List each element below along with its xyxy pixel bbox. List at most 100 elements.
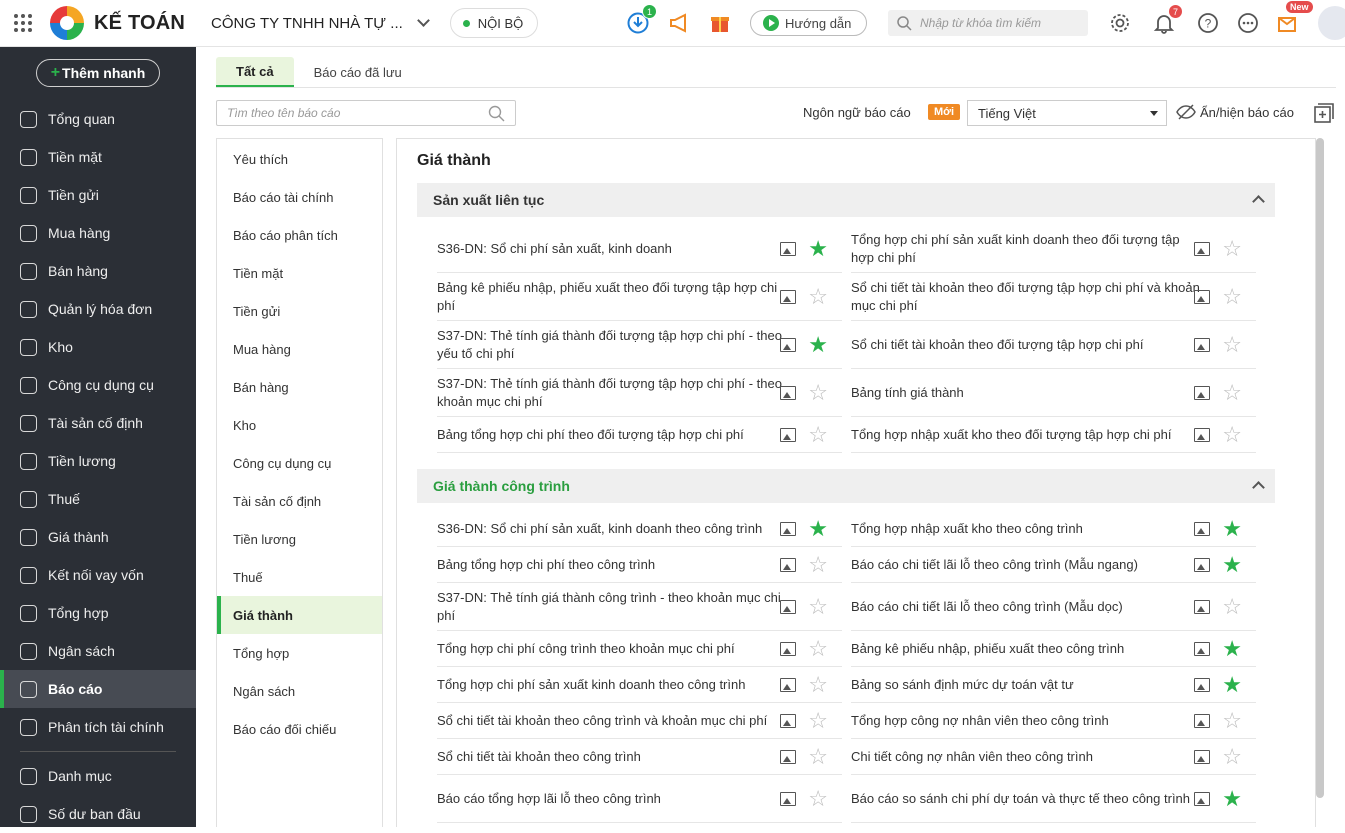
report-item[interactable]: Báo cáo chi tiết lãi lỗ theo công trình … [851, 583, 1256, 631]
category-item-gia-thanh[interactable]: Giá thành [217, 596, 382, 634]
report-item[interactable]: Tổng hợp chi phí sản xuất kinh doanh the… [851, 225, 1256, 273]
chevron-up-icon[interactable] [1252, 481, 1265, 494]
sidebar-item-danh-muc[interactable]: Danh mục [0, 757, 196, 795]
report-item[interactable]: Tổng hợp công nợ nhân viên theo công trì… [851, 703, 1256, 739]
report-item[interactable]: Bảng so sánh định mức dự toán vật tư ★ [851, 667, 1256, 703]
report-item[interactable]: Sổ chi tiết tài khoản theo đối tượng tập… [851, 321, 1256, 369]
report-item[interactable]: Sổ chi tiết tài khoản theo công trình ☆ [437, 739, 842, 775]
favorite-star-icon[interactable]: ★ [1222, 673, 1242, 696]
report-item[interactable]: S37-DN: Thẻ tính giá thành đối tượng tập… [437, 321, 842, 369]
favorite-star-icon[interactable]: ☆ [1222, 423, 1242, 446]
quick-add-button[interactable]: + Thêm nhanh [36, 59, 160, 87]
sidebar-item-cong-cu-dung-cu[interactable]: Công cụ dụng cụ [0, 366, 196, 404]
preview-image-icon[interactable] [1194, 557, 1210, 572]
company-name[interactable]: CÔNG TY TNHH NHÀ TỰ ... [211, 15, 403, 32]
favorite-star-icon[interactable]: ★ [808, 237, 828, 260]
sidebar-item-bao-cao[interactable]: Báo cáo [0, 670, 196, 708]
favorite-star-icon[interactable]: ☆ [1222, 285, 1242, 308]
report-item[interactable]: Báo cáo chi tiết lãi lỗ theo công trình … [851, 547, 1256, 583]
gift-icon[interactable] [707, 10, 733, 36]
report-item[interactable]: Tổng hợp chi phí sản xuất kinh doanh the… [437, 667, 842, 703]
sidebar-item-tong-hop[interactable]: Tổng hợp [0, 594, 196, 632]
favorite-star-icon[interactable]: ★ [1222, 787, 1242, 810]
sidebar-item-so-du-ban-dau[interactable]: Số dư ban đầu [0, 795, 196, 833]
global-search-input[interactable]: Nhập từ khóa tìm kiếm [888, 10, 1088, 36]
category-item-tien-mat[interactable]: Tiền mặt [217, 254, 382, 292]
sidebar-item-tien-mat[interactable]: Tiền mặt [0, 138, 196, 176]
preview-image-icon[interactable] [1194, 427, 1210, 442]
favorite-star-icon[interactable]: ☆ [808, 673, 828, 696]
sidebar-item-thue[interactable]: Thuế [0, 480, 196, 518]
sidebar-item-tong-quan[interactable]: Tổng quan [0, 100, 196, 138]
section-header-san-xuat-lien-tuc[interactable]: Sản xuất liên tục [417, 183, 1275, 217]
sidebar-item-kho[interactable]: Kho [0, 328, 196, 366]
category-item-mua-hang[interactable]: Mua hàng [217, 330, 382, 368]
preview-image-icon[interactable] [780, 791, 796, 806]
section-header-gia-thanh-cong-trinh[interactable]: Giá thành công trình [417, 469, 1275, 503]
favorite-star-icon[interactable]: ☆ [808, 553, 828, 576]
report-item[interactable]: Bảng tính giá thành ☆ [851, 369, 1256, 417]
preview-image-icon[interactable] [1194, 791, 1210, 806]
report-search-input[interactable]: Tìm theo tên báo cáo [216, 100, 516, 126]
sidebar-item-ket-noi-vay-von[interactable]: Kết nối vay vốn [0, 556, 196, 594]
app-launcher-icon[interactable] [14, 14, 36, 32]
report-item[interactable]: Tổng hợp nhập xuất kho theo đối tượng tậ… [851, 417, 1256, 453]
scrollbar[interactable] [1316, 138, 1324, 798]
favorite-star-icon[interactable]: ★ [1222, 517, 1242, 540]
category-item-thue[interactable]: Thuế [217, 558, 382, 596]
favorite-star-icon[interactable]: ★ [1222, 637, 1242, 660]
guide-button[interactable]: Hướng dẫn [750, 10, 867, 36]
preview-image-icon[interactable] [780, 241, 796, 256]
report-item[interactable]: Chi tiết công nợ nhân viên theo công trì… [851, 739, 1256, 775]
preview-image-icon[interactable] [1194, 713, 1210, 728]
favorite-star-icon[interactable]: ☆ [808, 595, 828, 618]
gear-icon[interactable] [1107, 10, 1133, 36]
category-item-bao-cao-tai-chinh[interactable]: Báo cáo tài chính [217, 178, 382, 216]
chevron-down-icon[interactable] [416, 14, 430, 27]
preview-image-icon[interactable] [780, 557, 796, 572]
sidebar-item-quan-ly-hoa-don[interactable]: Quản lý hóa đơn [0, 290, 196, 328]
whats-new-icon[interactable]: New [1274, 1, 1313, 36]
report-item[interactable]: Sổ chi tiết tài khoản theo công trình và… [437, 703, 842, 739]
preview-image-icon[interactable] [780, 385, 796, 400]
favorite-star-icon[interactable]: ☆ [808, 787, 828, 810]
favorite-star-icon[interactable]: ★ [808, 333, 828, 356]
favorite-star-icon[interactable]: ☆ [808, 745, 828, 768]
sidebar-item-tien-gui[interactable]: Tiền gửi [0, 176, 196, 214]
category-item-tai-san-co-dinh[interactable]: Tài sản cố định [217, 482, 382, 520]
favorite-star-icon[interactable]: ☆ [1222, 745, 1242, 768]
toggle-reports-button[interactable]: Ẩn/hiện báo cáo [1176, 104, 1294, 120]
sidebar-item-mua-hang[interactable]: Mua hàng [0, 214, 196, 252]
report-item[interactable]: S37-DN: Thẻ tính giá thành công trình - … [437, 583, 842, 631]
report-item[interactable]: Báo cáo tổng hợp lãi lỗ theo công trình ☆ [437, 775, 842, 823]
more-icon[interactable] [1235, 10, 1261, 36]
category-item-cong-cu-dung-cu[interactable]: Công cụ dụng cụ [217, 444, 382, 482]
preview-image-icon[interactable] [1194, 289, 1210, 304]
category-item-yeu-thich[interactable]: Yêu thích [217, 140, 382, 178]
preview-image-icon[interactable] [780, 713, 796, 728]
report-item[interactable]: S36-DN: Sổ chi phí sản xuất, kinh doanh … [437, 511, 842, 547]
category-item-tong-hop[interactable]: Tổng hợp [217, 634, 382, 672]
report-item[interactable]: Tổng hợp nhập xuất kho theo công trình ★ [851, 511, 1256, 547]
chevron-up-icon[interactable] [1252, 195, 1265, 208]
sidebar-item-tien-luong[interactable]: Tiền lương [0, 442, 196, 480]
preview-image-icon[interactable] [780, 427, 796, 442]
favorite-star-icon[interactable]: ☆ [808, 709, 828, 732]
favorite-star-icon[interactable]: ☆ [1222, 709, 1242, 732]
megaphone-icon[interactable] [667, 10, 693, 36]
category-item-tien-luong[interactable]: Tiền lương [217, 520, 382, 558]
preview-image-icon[interactable] [1194, 241, 1210, 256]
favorite-star-icon[interactable]: ☆ [808, 423, 828, 446]
preview-image-icon[interactable] [1194, 677, 1210, 692]
category-item-tien-gui[interactable]: Tiền gửi [217, 292, 382, 330]
scope-selector[interactable]: NỘI BỘ [449, 8, 539, 38]
sidebar-item-phan-tich-tai-chinh[interactable]: Phân tích tài chính [0, 708, 196, 746]
category-item-bao-cao-doi-chieu[interactable]: Báo cáo đối chiếu [217, 710, 382, 748]
preview-image-icon[interactable] [1194, 749, 1210, 764]
preview-image-icon[interactable] [780, 289, 796, 304]
favorite-star-icon[interactable]: ☆ [1222, 333, 1242, 356]
preview-image-icon[interactable] [1194, 337, 1210, 352]
favorite-star-icon[interactable]: ★ [808, 517, 828, 540]
preview-image-icon[interactable] [780, 337, 796, 352]
add-report-icon[interactable] [1313, 102, 1335, 124]
